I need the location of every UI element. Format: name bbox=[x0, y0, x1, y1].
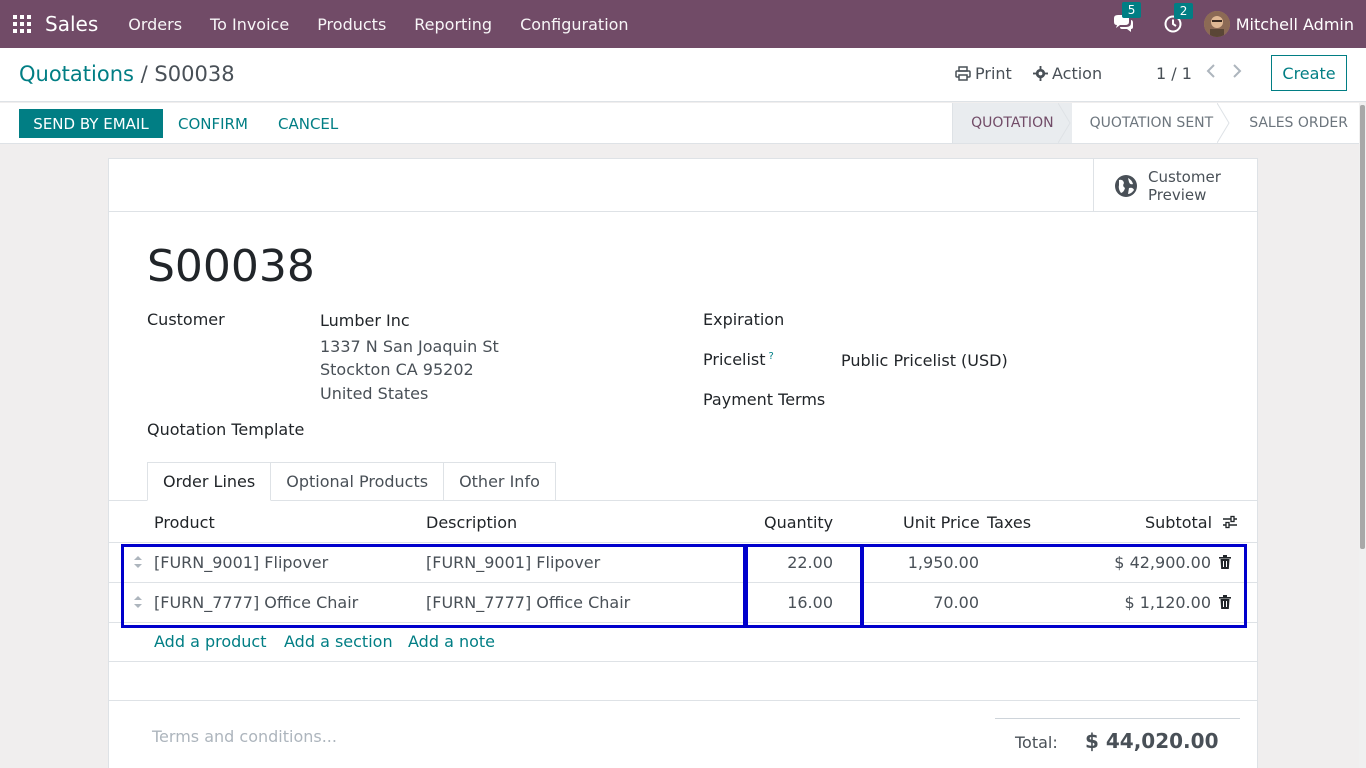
address-line-2: Stockton CA 95202 bbox=[320, 360, 474, 379]
column-unit-price[interactable]: Unit Price bbox=[903, 513, 980, 532]
control-panel: Quotations / S00038 Print Action 1 / 1 C… bbox=[0, 48, 1366, 102]
pricelist-label: Pricelist? bbox=[703, 350, 774, 369]
messages-badge: 5 bbox=[1121, 2, 1142, 18]
column-product[interactable]: Product bbox=[154, 513, 215, 532]
gear-icon bbox=[1033, 66, 1048, 81]
stage-pipeline: QUOTATION QUOTATION SENT SALES ORDER bbox=[952, 103, 1366, 143]
help-icon[interactable]: ? bbox=[769, 351, 774, 362]
expiration-label: Expiration bbox=[703, 310, 785, 329]
payment-terms-label: Payment Terms bbox=[703, 390, 826, 409]
column-settings-icon[interactable] bbox=[1222, 515, 1238, 529]
total-divider bbox=[995, 718, 1240, 719]
menu-products[interactable]: Products bbox=[303, 15, 400, 34]
stage-arrow-icon bbox=[1057, 103, 1071, 143]
top-navbar: Sales Orders To Invoice Products Reporti… bbox=[0, 0, 1366, 48]
customer-field[interactable]: Lumber Inc bbox=[320, 311, 410, 330]
add-section-link[interactable]: Add a section bbox=[284, 632, 393, 651]
action-label: Action bbox=[1052, 64, 1103, 83]
terms-field[interactable]: Terms and conditions... bbox=[152, 727, 337, 746]
notebook-tabs: Order Lines Optional Products Other Info bbox=[147, 462, 556, 501]
app-name[interactable]: Sales bbox=[45, 12, 98, 36]
user-menu[interactable]: Mitchell Admin bbox=[1236, 15, 1354, 34]
add-product-link[interactable]: Add a product bbox=[154, 632, 267, 651]
highlight-box bbox=[121, 544, 746, 628]
menu-configuration[interactable]: Configuration bbox=[506, 15, 643, 34]
pager-next-button[interactable] bbox=[1232, 63, 1242, 83]
chevron-left-icon bbox=[1206, 64, 1215, 78]
stage-quotation[interactable]: QUOTATION bbox=[952, 103, 1072, 143]
print-label: Print bbox=[975, 64, 1012, 83]
total-value: $ 44,020.00 bbox=[1085, 729, 1219, 753]
row-divider bbox=[109, 661, 1257, 662]
tab-optional-products[interactable]: Optional Products bbox=[271, 462, 445, 501]
create-button[interactable]: Create bbox=[1271, 55, 1347, 91]
avatar[interactable] bbox=[1203, 11, 1230, 37]
address-line-1: 1337 N San Joaquin St bbox=[320, 337, 499, 356]
action-button[interactable]: Action bbox=[1033, 64, 1102, 83]
tab-order-lines[interactable]: Order Lines bbox=[147, 462, 272, 501]
activities-badge: 2 bbox=[1173, 3, 1194, 19]
globe-icon bbox=[1115, 174, 1137, 197]
pager-value[interactable]: 1 / 1 bbox=[1156, 64, 1192, 83]
page-scrollbar[interactable] bbox=[1359, 103, 1366, 768]
highlight-box bbox=[745, 544, 863, 628]
menu-to-invoice[interactable]: To Invoice bbox=[196, 15, 303, 34]
breadcrumb-separator: / bbox=[140, 62, 148, 86]
column-subtotal[interactable]: Subtotal bbox=[1145, 513, 1212, 532]
pager-previous-button[interactable] bbox=[1206, 63, 1216, 83]
activities-button[interactable]: 2 bbox=[1164, 3, 1194, 33]
status-bar: SEND BY EMAIL CONFIRM CANCEL QUOTATION Q… bbox=[0, 103, 1366, 144]
apps-menu-icon[interactable] bbox=[13, 15, 31, 33]
customer-label: Customer bbox=[147, 310, 225, 329]
quotation-template-label: Quotation Template bbox=[147, 420, 305, 439]
pricelist-label-text: Pricelist bbox=[703, 350, 766, 369]
breadcrumb: Quotations / S00038 bbox=[19, 62, 235, 86]
highlight-box bbox=[861, 544, 1247, 628]
document-title: S00038 bbox=[147, 241, 315, 292]
total-label: Total: bbox=[1015, 733, 1058, 752]
cancel-button[interactable]: CANCEL bbox=[278, 109, 338, 138]
scroll-thumb[interactable] bbox=[1360, 105, 1365, 549]
breadcrumb-current: S00038 bbox=[154, 62, 235, 86]
tab-other-info[interactable]: Other Info bbox=[444, 462, 556, 501]
breadcrumb-quotations[interactable]: Quotations bbox=[19, 62, 134, 86]
add-note-link[interactable]: Add a note bbox=[408, 632, 495, 651]
button-box: Customer Preview bbox=[109, 159, 1257, 212]
table-header-divider bbox=[109, 542, 1257, 543]
user-avatar-icon bbox=[1203, 11, 1230, 37]
confirm-button[interactable]: CONFIRM bbox=[178, 109, 248, 138]
send-by-email-button[interactable]: SEND BY EMAIL bbox=[19, 109, 163, 138]
customer-preview-button[interactable]: Customer Preview bbox=[1093, 159, 1257, 212]
chevron-right-icon bbox=[1233, 64, 1242, 78]
print-button[interactable]: Print bbox=[955, 64, 1012, 83]
form-sheet: Customer Preview S00038 Customer Lumber … bbox=[108, 158, 1258, 768]
menu-orders[interactable]: Orders bbox=[114, 15, 196, 34]
column-description[interactable]: Description bbox=[426, 513, 517, 532]
menu-reporting[interactable]: Reporting bbox=[400, 15, 506, 34]
print-icon bbox=[955, 66, 971, 81]
stage-sales-order[interactable]: SALES ORDER bbox=[1231, 103, 1366, 143]
column-quantity[interactable]: Quantity bbox=[764, 513, 833, 532]
address-line-3: United States bbox=[320, 384, 429, 403]
messages-button[interactable]: 5 bbox=[1112, 2, 1142, 34]
column-taxes[interactable]: Taxes bbox=[987, 513, 1031, 532]
customer-preview-label: Customer Preview bbox=[1148, 167, 1221, 204]
section-divider bbox=[109, 700, 1257, 701]
pricelist-field[interactable]: Public Pricelist (USD) bbox=[841, 351, 1008, 370]
stage-quotation-sent[interactable]: QUOTATION SENT bbox=[1072, 103, 1232, 143]
